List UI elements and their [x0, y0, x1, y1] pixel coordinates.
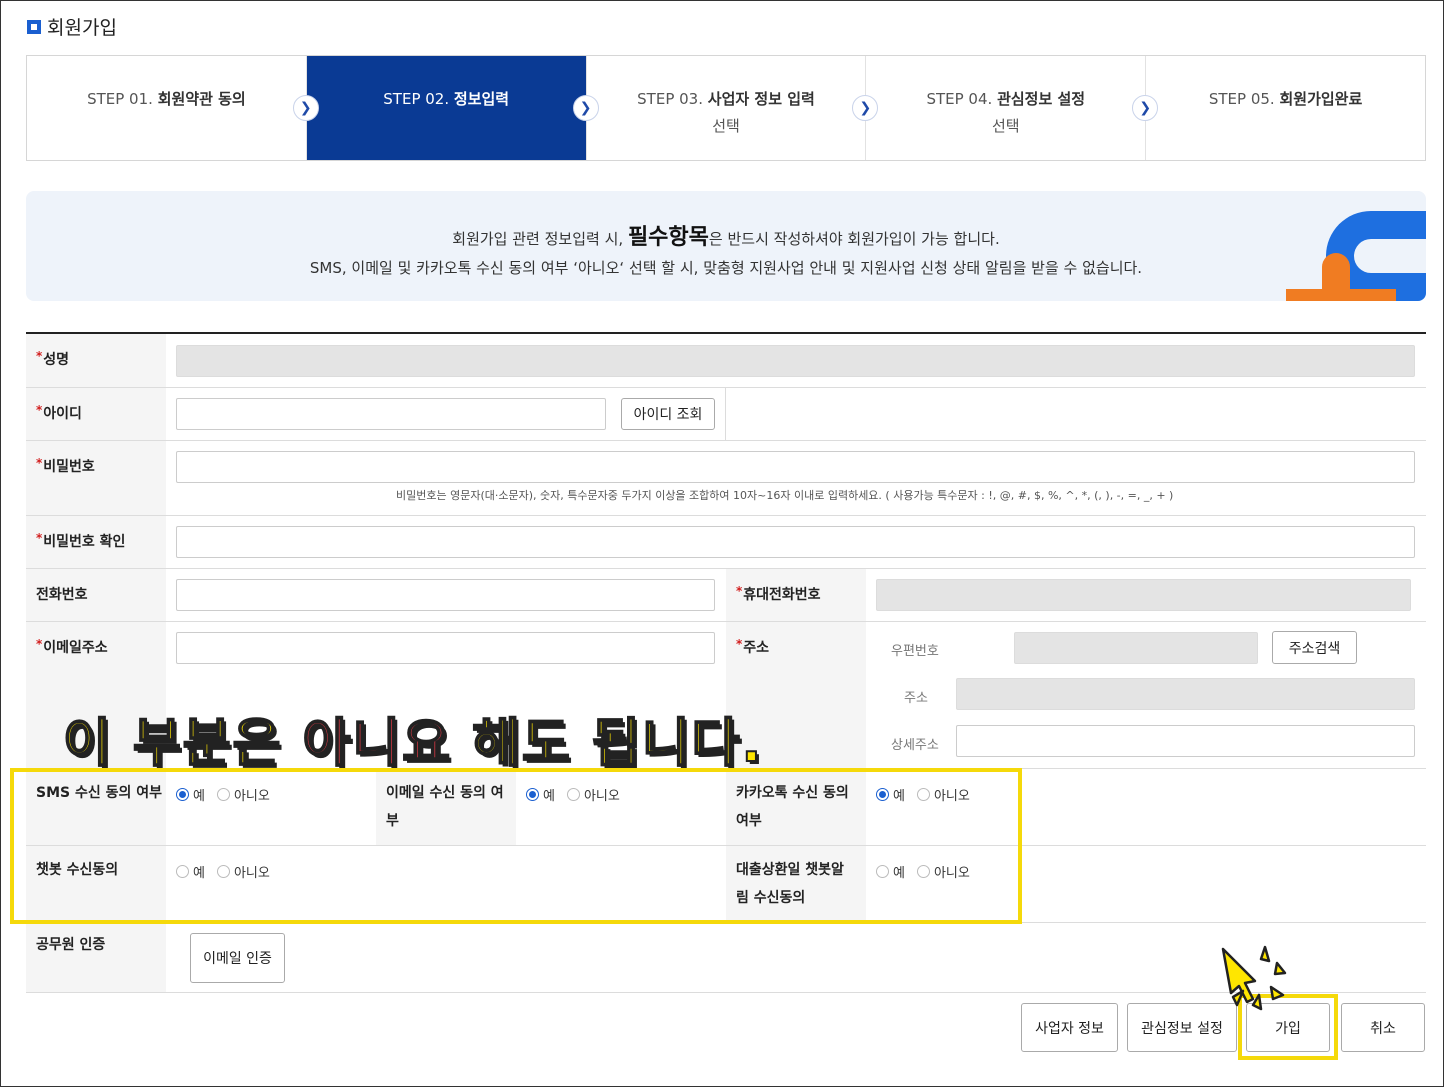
password-field[interactable]: [176, 451, 1415, 483]
step-number: STEP 03.: [637, 90, 703, 108]
password-label: *비밀번호: [26, 441, 166, 515]
chevron-right-icon: ❯: [1132, 95, 1159, 121]
sms-consent-label: SMS 수신 동의 여부: [26, 769, 166, 845]
signup-form: *성명 *아이디 아이디 조회 *비밀번호 비밀번호는 영문자(대·소문자), …: [26, 332, 1426, 993]
email-verify-button[interactable]: 이메일 인증: [190, 933, 285, 983]
address-search-button[interactable]: 주소검색: [1272, 631, 1357, 664]
sms-consent-yes[interactable]: 예: [176, 785, 205, 804]
step-number: STEP 01.: [87, 90, 153, 108]
radio-unchecked-icon: [916, 788, 930, 801]
kakao-consent-label: 카카오톡 수신 동의 여부: [726, 769, 866, 845]
name-field[interactable]: [176, 345, 1415, 377]
divider: [725, 388, 726, 440]
email-consent-label: 이메일 수신 동의 여부: [376, 769, 516, 845]
radio-unchecked-icon: [216, 788, 230, 801]
chatbot-consent-radio-group: 예 아니오: [176, 862, 270, 881]
step-2: STEP 02. 정보입력 ❯: [306, 56, 599, 160]
address-sub-label: 주소: [904, 691, 928, 706]
address-detail-label: 상세주소: [891, 738, 939, 753]
notice-banner: 회원가입 관련 정보입력 시, 필수항목은 반드시 작성하셔야 회원가입이 가능…: [26, 191, 1426, 301]
page-title: 회원가입: [27, 13, 117, 40]
form-row-id: *아이디 아이디 조회: [26, 388, 1426, 441]
step-title: 사업자 정보 입력: [707, 90, 815, 108]
click-cursor-icon: [1221, 945, 1287, 1011]
radio-unchecked-icon: [876, 865, 889, 878]
phone-label: 전화번호: [26, 569, 166, 621]
step-1: STEP 01. 회원약관 동의 ❯: [27, 56, 319, 160]
step-title: 정보입력: [453, 90, 510, 108]
mobile-label: *휴대전화번호: [726, 569, 866, 621]
email-field[interactable]: [176, 632, 715, 664]
chevron-right-icon: ❯: [572, 95, 599, 121]
notice-line-1-post: 은 반드시 작성하셔야 회원가입이 가능 합니다.: [708, 230, 1000, 248]
loan-chatbot-consent-no[interactable]: 아니오: [916, 862, 970, 881]
notice-line-2: SMS, 이메일 및 카카오톡 수신 동의 여부 ‘아니오‘ 선택 할 시, 맞…: [309, 259, 1143, 277]
loan-chatbot-consent-yes[interactable]: 예: [876, 862, 905, 881]
radio-unchecked-icon: [216, 865, 230, 878]
notice-line-1-pre: 회원가입 관련 정보입력 시,: [452, 230, 628, 248]
radio-checked-icon: [876, 788, 889, 801]
chatbot-consent-no[interactable]: 아니오: [216, 862, 270, 881]
form-row-password-confirm: *비밀번호 확인: [26, 516, 1426, 569]
notice-line-1: 회원가입 관련 정보입력 시, 필수항목은 반드시 작성하셔야 회원가입이 가능…: [26, 219, 1426, 251]
radio-unchecked-icon: [566, 788, 580, 801]
form-row-password: *비밀번호 비밀번호는 영문자(대·소문자), 숫자, 특수문자중 두가지 이상…: [26, 441, 1426, 516]
cancel-button[interactable]: 취소: [1341, 1003, 1425, 1052]
step-title: 회원약관 동의: [157, 90, 246, 108]
id-check-button[interactable]: 아이디 조회: [621, 398, 715, 430]
title-square-icon: [27, 19, 41, 34]
step-subtitle: 선택: [712, 117, 740, 135]
chatbot-consent-yes[interactable]: 예: [176, 862, 205, 881]
step-subtitle: 선택: [991, 117, 1020, 135]
sms-consent-radio-group: 예 아니오: [176, 785, 270, 804]
step-indicator: STEP 01. 회원약관 동의 ❯ STEP 02. 정보입력 ❯ STEP …: [26, 55, 1426, 161]
step-number: STEP 05.: [1208, 90, 1275, 108]
mobile-field[interactable]: [876, 579, 1411, 611]
step-4: STEP 04. 관심정보 설정 선택 ❯: [866, 56, 1159, 160]
civil-label: 공무원 인증: [26, 923, 166, 992]
kakao-consent-radio-group: 예 아니오: [876, 785, 970, 804]
page-title-text: 회원가입: [47, 17, 117, 39]
radio-checked-icon: [176, 788, 189, 801]
postcode-field[interactable]: [1014, 632, 1258, 664]
address-detail-field[interactable]: [956, 725, 1415, 757]
form-row-phone: 전화번호 *휴대전화번호: [26, 569, 1426, 622]
postcode-label: 우편번호: [891, 644, 939, 659]
chevron-right-icon: ❯: [292, 95, 319, 121]
kakao-consent-no[interactable]: 아니오: [916, 785, 970, 804]
name-label: *성명: [26, 334, 166, 387]
radio-unchecked-icon: [176, 865, 189, 878]
kakao-consent-yes[interactable]: 예: [876, 785, 905, 804]
business-info-button[interactable]: 사업자 정보: [1021, 1003, 1118, 1052]
decoration-orange-shape: [1286, 253, 1396, 301]
id-field[interactable]: [176, 398, 606, 430]
loan-chatbot-consent-label: 대출상환일 챗봇알림 수신동의: [726, 846, 866, 922]
annotation-caption: 이 부분은 아니요 해도 됩니다.: [62, 713, 764, 775]
step-5: STEP 05. 회원가입완료: [1146, 56, 1425, 160]
password-hint: 비밀번호는 영문자(대·소문자), 숫자, 특수문자중 두가지 이상을 조합하여…: [396, 489, 1174, 502]
phone-field[interactable]: [176, 579, 715, 611]
email-consent-yes[interactable]: 예: [526, 785, 555, 804]
step-number: STEP 04.: [926, 90, 993, 108]
step-3: STEP 03. 사업자 정보 입력 선택 ❯: [587, 56, 879, 160]
email-consent-no[interactable]: 아니오: [566, 785, 620, 804]
password-confirm-label: *비밀번호 확인: [26, 516, 166, 568]
notice-emphasis: 필수항목: [627, 225, 709, 250]
form-row-chatbot: 챗봇 수신동의 예 아니오 대출상환일 챗봇알림 수신동의 예 아니오: [26, 846, 1426, 923]
loan-chatbot-consent-radio-group: 예 아니오: [876, 862, 970, 881]
step-title: 회원가입완료: [1279, 90, 1363, 108]
step-number: STEP 02.: [383, 90, 450, 108]
address-field[interactable]: [956, 678, 1415, 710]
radio-checked-icon: [526, 788, 539, 801]
sms-consent-no[interactable]: 아니오: [216, 785, 270, 804]
form-row-name: *성명: [26, 334, 1426, 388]
step-title: 관심정보 설정: [997, 90, 1086, 108]
radio-unchecked-icon: [916, 865, 930, 878]
id-label: *아이디: [26, 388, 166, 440]
email-consent-radio-group: 예 아니오: [526, 785, 620, 804]
form-row-consent: SMS 수신 동의 여부 예 아니오 이메일 수신 동의 여부 예 아니오 카카…: [26, 769, 1426, 846]
chatbot-consent-label: 챗봇 수신동의: [26, 846, 166, 922]
password-confirm-field[interactable]: [176, 526, 1415, 558]
